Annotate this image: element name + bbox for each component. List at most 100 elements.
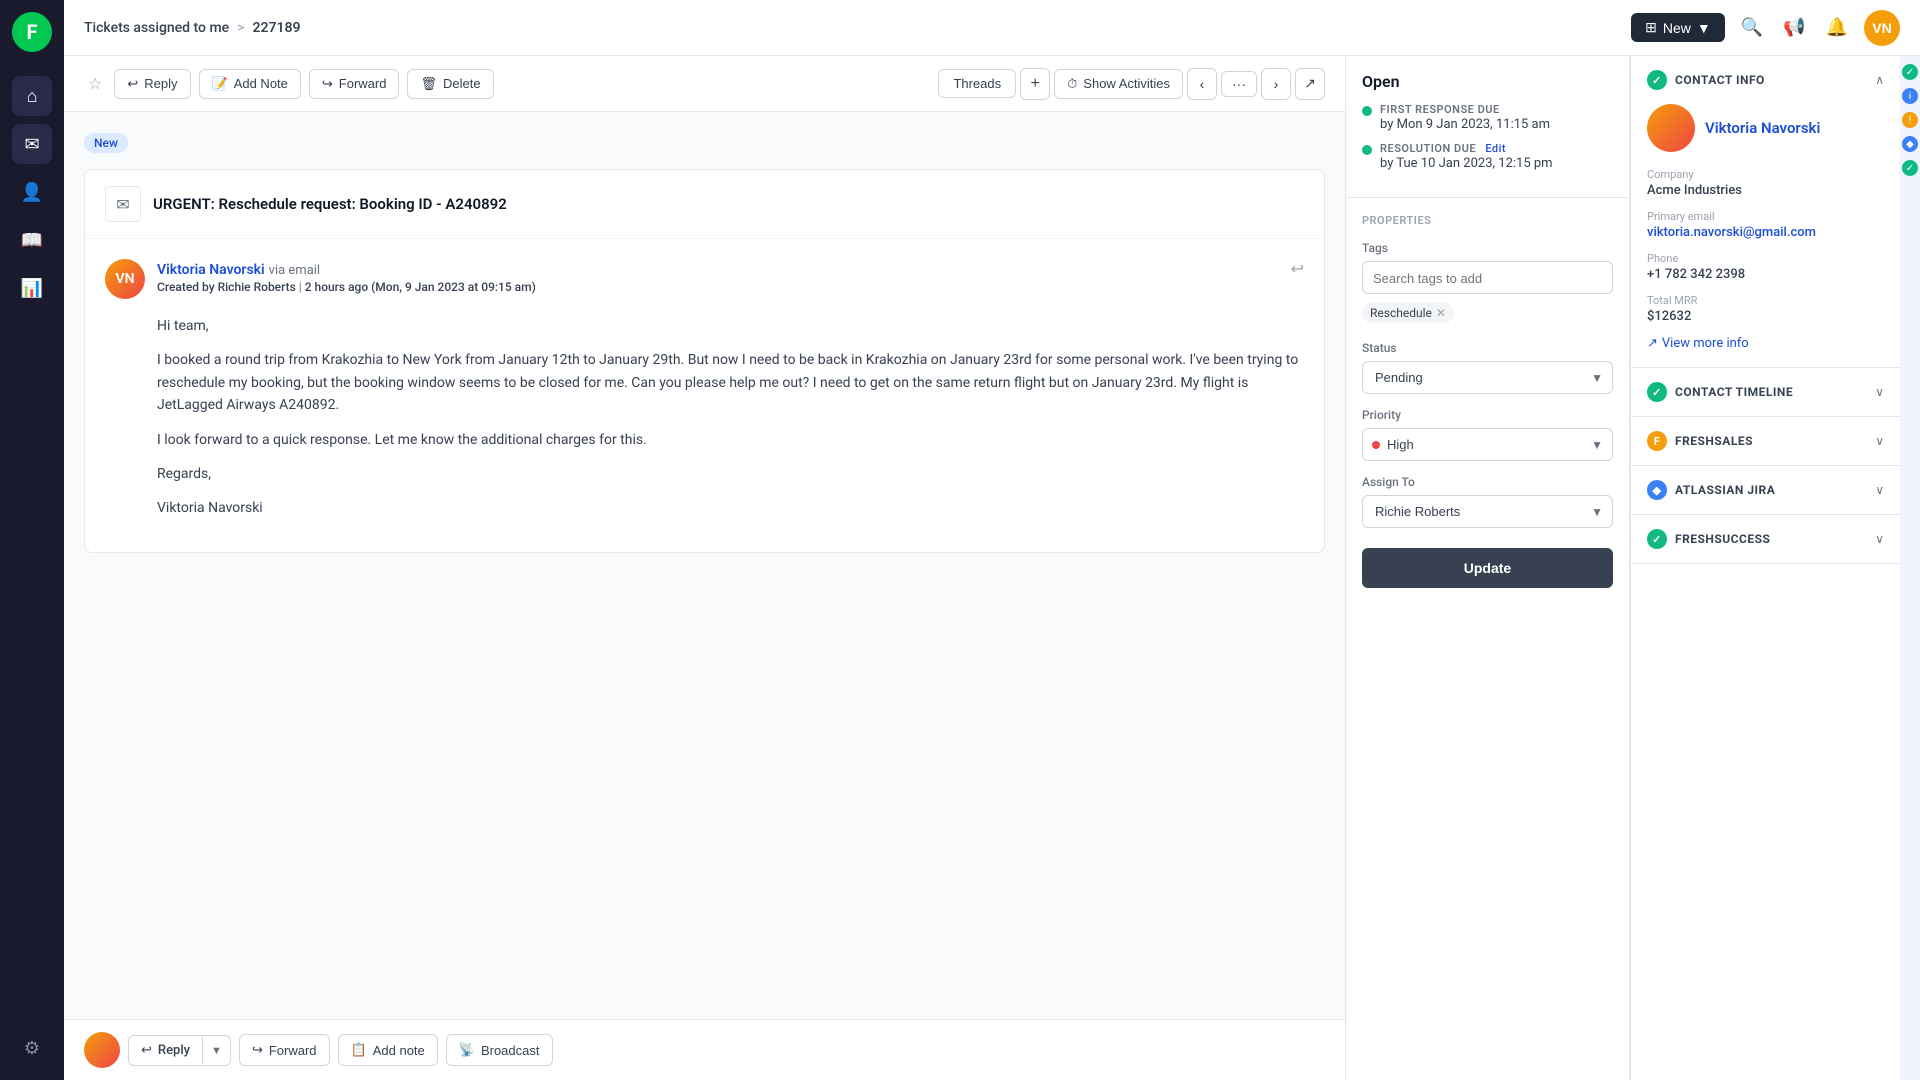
more-options-button[interactable]: ··· [1221,71,1257,97]
sidebar-item-home[interactable]: ⌂ [12,76,52,116]
edge-icon-4[interactable]: ◆ [1902,136,1918,152]
tags-list: Reschedule ✕ [1362,302,1613,327]
email-sign-name: Viktoria Navorski [157,497,1304,519]
contact-info-icon: ✓ [1647,70,1667,90]
breadcrumb-tickets[interactable]: Tickets assigned to me [84,20,229,36]
edge-icon-1[interactable]: ✓ [1902,64,1918,80]
breadcrumb-ticket-number: 227189 [253,20,301,36]
email-body: New ✉ URGENT: Reschedule request: Bookin… [64,112,1345,1019]
tag-reschedule-remove[interactable]: ✕ [1436,306,1446,320]
main-content: Tickets assigned to me > 227189 ⊞ New ▼ … [64,0,1920,1080]
add-note-action-button[interactable]: 📋 Add note [338,1034,438,1066]
new-dropdown-icon: ▼ [1697,20,1711,36]
breadcrumb-separator: > [237,20,244,36]
reply-icon: ↩ [127,76,138,92]
reply-button[interactable]: ↩ Reply [114,69,190,99]
freshsales-icon: F [1647,431,1667,451]
company-field: Company Acme Industries [1647,168,1884,198]
activities-icon: ⏱ [1067,76,1077,92]
edge-icon-5[interactable]: ✓ [1902,160,1918,176]
priority-select[interactable]: High Low Medium Urgent [1362,428,1613,461]
phone-field: Phone +1 782 342 2398 [1647,252,1884,282]
view-more-link[interactable]: ↗ View more info [1647,336,1884,351]
breadcrumb: Tickets assigned to me > 227189 [84,20,301,36]
primary-email-label: Primary email [1647,210,1884,223]
search-button[interactable]: 🔍 [1737,13,1767,42]
add-note-button[interactable]: 📝 Add Note [199,69,301,99]
reply-dropdown-arrow[interactable]: ▼ [202,1037,230,1064]
reply-main-button[interactable]: ↩ Reply ▼ [128,1035,231,1066]
add-note-label: Add Note [234,76,288,91]
forward-icon: ↪ [322,76,333,92]
forward-action-button[interactable]: ↪ Forward [239,1034,330,1066]
view-more-label: View more info [1662,336,1749,351]
jira-label: ATLASSIAN JIRA [1675,483,1775,497]
jira-header[interactable]: ◆ ATLASSIAN JIRA ∨ [1631,466,1900,514]
delete-icon: 🗑 [420,76,437,92]
email-field: Primary email viktoria.navorski@gmail.co… [1647,210,1884,240]
tag-reschedule-label: Reschedule [1370,306,1432,320]
sender-avatar: VN [105,259,145,299]
priority-dot [1372,441,1380,449]
email-toolbar: ☆ ↩ Reply 📝 Add Note ↪ Forward 🗑 Delete [64,56,1345,112]
email-body-p1: I booked a round trip from Krakozhia to … [157,349,1304,416]
prev-ticket-button[interactable]: ‹ [1187,68,1217,100]
megaphone-button[interactable]: 📢 [1779,13,1809,42]
resolution-dot [1362,145,1372,155]
sidebar-item-inbox[interactable]: ✉ [12,124,52,164]
reply-btn-icon: ↩ [141,1043,152,1058]
ticket-panel: Open FIRST RESPONSE DUE by Mon 9 Jan 202… [1345,56,1630,1080]
content-area: ☆ ↩ Reply 📝 Add Note ↪ Forward 🗑 Delete [64,56,1920,1080]
show-activities-button[interactable]: ⏱ Show Activities [1054,69,1183,99]
contact-info-header[interactable]: ✓ CONTACT INFO ∧ [1631,56,1900,104]
sidebar-item-contacts[interactable]: 👤 [12,172,52,212]
contact-timeline-header[interactable]: ✓ CONTACT TIMELINE ∨ [1631,368,1900,416]
new-button[interactable]: ⊞ New ▼ [1631,13,1725,42]
edge-icon-2[interactable]: i [1902,88,1918,104]
resolution-label: RESOLUTION DUE Edit [1380,142,1553,155]
broadcast-button[interactable]: 📡 Broadcast [446,1034,553,1066]
status-select[interactable]: Pending Open Resolved [1362,361,1613,394]
sidebar-item-reports[interactable]: 📊 [12,268,52,308]
sidebar-item-settings[interactable]: ⚙ [12,1028,52,1068]
contact-info-title: ✓ CONTACT INFO [1647,70,1765,90]
app-logo[interactable]: F [12,12,52,52]
assign-to-select-wrapper: Richie Roberts ▼ [1362,495,1613,528]
forward-action-icon: ↪ [252,1042,263,1058]
user-avatar[interactable]: VN [1864,10,1900,46]
email-text: Hi team, I booked a round trip from Krak… [157,315,1304,520]
sidebar-item-knowledge[interactable]: 📖 [12,220,52,260]
threads-button[interactable]: Threads [938,69,1016,98]
bell-button[interactable]: 🔔 [1822,13,1852,42]
update-button[interactable]: Update [1362,548,1613,588]
sender-name[interactable]: Viktoria Navorski [157,262,265,278]
freshsuccess-title: ✓ FRESHSUCCESS [1647,529,1770,549]
expand-button[interactable]: ↗ [1295,68,1325,100]
company-value: Acme Industries [1647,183,1884,198]
properties-label: PROPERTIES [1362,214,1613,227]
email-reply-icon[interactable]: ↩ [1291,259,1304,278]
sender-info: Viktoria Navorski via email Created by R… [157,259,1279,294]
forward-button[interactable]: ↪ Forward [309,69,400,99]
freshsuccess-header[interactable]: ✓ FRESHSUCCESS ∨ [1631,515,1900,563]
star-button[interactable]: ☆ [84,70,106,98]
assign-to-select[interactable]: Richie Roberts [1362,495,1613,528]
add-note-icon: 📝 [212,76,228,92]
edge-icon-3[interactable]: ! [1902,112,1918,128]
next-ticket-button[interactable]: › [1261,68,1291,100]
status-select-wrapper: Pending Open Resolved ▼ [1362,361,1613,394]
freshsuccess-section: ✓ FRESHSUCCESS ∨ [1631,515,1900,564]
threads-plus-button[interactable]: + [1020,68,1050,100]
contact-name[interactable]: Viktoria Navorski [1705,119,1820,137]
open-status-badge: Open [1362,72,1613,91]
first-response-value: by Mon 9 Jan 2023, 11:15 am [1380,117,1550,132]
assign-to-label: Assign To [1362,475,1613,489]
freshsales-header[interactable]: F FRESHSALES ∨ [1631,417,1900,465]
timeline-label: CONTACT TIMELINE [1675,385,1793,399]
threads-section: Threads + ⏱ Show Activities ‹ ··· › ↗ [938,68,1325,100]
first-response-label: FIRST RESPONSE DUE [1380,103,1550,116]
delete-button[interactable]: 🗑 Delete [407,69,493,99]
forward-action-label: Forward [269,1043,317,1058]
tags-search-input[interactable] [1373,271,1602,286]
resolution-edit-link[interactable]: Edit [1485,142,1506,155]
